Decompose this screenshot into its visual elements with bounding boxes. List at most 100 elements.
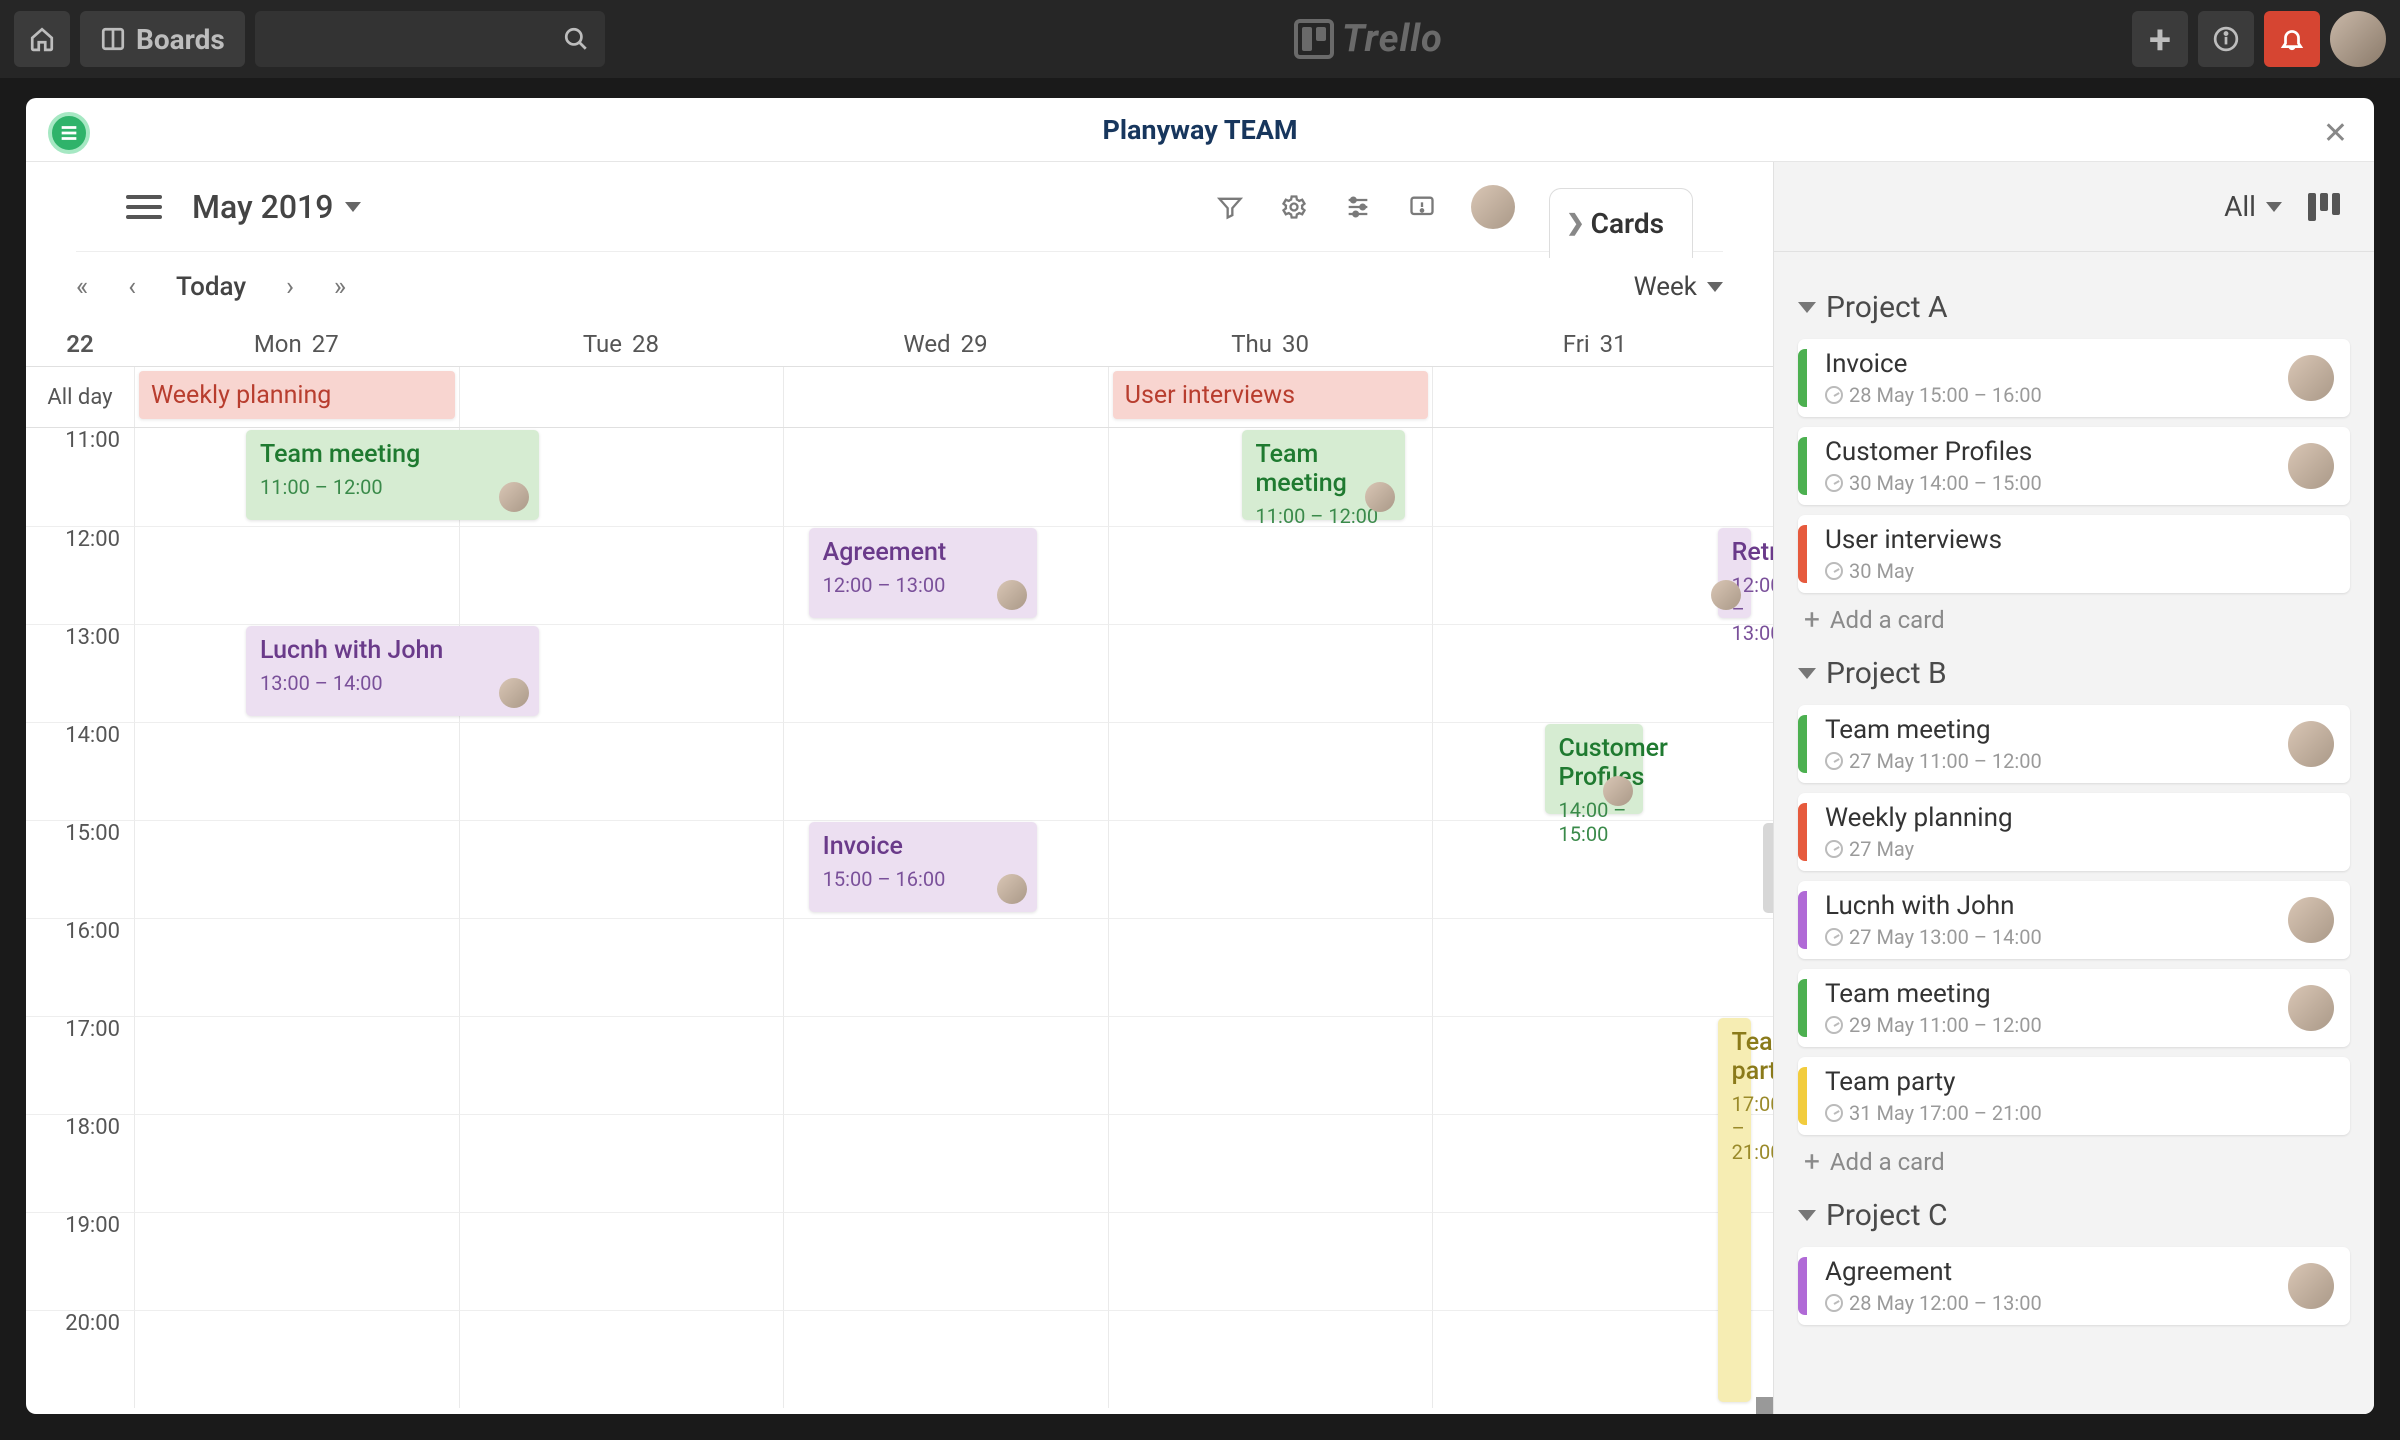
time-cell[interactable] [459,820,784,918]
time-cell[interactable] [459,1114,784,1212]
time-cell[interactable] [1432,1310,1757,1408]
time-cell[interactable] [783,1114,1108,1212]
time-cell[interactable] [783,1212,1108,1310]
project-header[interactable]: Project A [1798,290,2350,325]
add-button[interactable]: + [2132,11,2188,67]
settings-button[interactable] [1279,192,1309,222]
sliders-button[interactable] [1343,192,1373,222]
sidebar-card[interactable]: Invoice 28 May 15:00 – 16:00 [1798,339,2350,417]
sidebar-card[interactable]: User interviews 30 May [1798,515,2350,593]
calendar-event[interactable]: Agreement 12:00 – 13:00 [809,528,1037,618]
info-button[interactable] [2198,11,2254,67]
menu-button[interactable] [126,195,162,219]
all-day-cell[interactable]: Weekly planning [134,367,459,427]
time-cell[interactable] [134,1310,459,1408]
time-cell[interactable] [1108,1016,1433,1114]
time-cell[interactable] [783,918,1108,1016]
time-cell[interactable] [134,1212,459,1310]
calendar-event[interactable]: Team meeting 11:00 – 12:00 [246,430,539,520]
nav-prev-fast[interactable]: « [76,272,88,302]
resize-corner-icon[interactable] [1756,1397,1773,1414]
time-cell[interactable] [1432,1114,1757,1212]
time-cell[interactable] [134,918,459,1016]
time-cell[interactable] [459,918,784,1016]
cards-tab[interactable]: ❯ Cards [1549,188,1693,258]
calendar-event[interactable]: Team party 17:00 – 21:00 [1718,1018,1751,1402]
time-cell[interactable] [1432,526,1757,624]
user-avatar[interactable] [2330,11,2386,67]
time-cell[interactable] [459,526,784,624]
day-header: Fri31 [1432,330,1757,358]
time-cell[interactable] [783,1310,1108,1408]
all-day-event[interactable]: Weekly planning [139,371,455,419]
time-cell[interactable] [1108,918,1433,1016]
home-button[interactable] [14,11,70,67]
time-cell[interactable] [134,1114,459,1212]
time-cell[interactable] [459,1212,784,1310]
time-cell[interactable] [1108,722,1433,820]
calendar-event[interactable]: Lucnh with John 13:00 – 14:00 [246,626,539,716]
sidebar-scroll[interactable]: Project A Invoice 28 May 15:00 – 16:00 C… [1774,252,2374,1414]
sidebar-card[interactable]: Customer Profiles 30 May 14:00 – 15:00 [1798,427,2350,505]
time-cell[interactable] [783,1016,1108,1114]
time-cell[interactable] [1108,820,1433,918]
calendar-event[interactable]: Retrospective 12:00 – 13:00 [1718,528,1751,618]
sidebar-card[interactable]: Team meeting 29 May 11:00 – 12:00 [1798,969,2350,1047]
nav-next-fast[interactable]: » [334,272,346,302]
time-cell[interactable] [1432,918,1757,1016]
calendar-event[interactable]: Customer Profiles 14:00 – 15:00 [1545,724,1643,814]
time-cell[interactable] [1108,1310,1433,1408]
time-cell[interactable] [1432,428,1757,526]
sidebar-card[interactable]: Team meeting 27 May 11:00 – 12:00 [1798,705,2350,783]
time-cell[interactable] [459,1310,784,1408]
time-cell[interactable] [1108,624,1433,722]
time-cell[interactable] [1432,624,1757,722]
nav-prev[interactable]: ‹ [128,272,136,302]
sidebar-card[interactable]: Lucnh with John 27 May 13:00 – 14:00 [1798,881,2350,959]
time-cell[interactable] [783,624,1108,722]
close-button[interactable]: ✕ [2323,116,2348,151]
add-card-button[interactable]: +Add a card [1804,1145,2350,1178]
time-cell[interactable] [459,1016,784,1114]
project-header[interactable]: Project C [1798,1198,2350,1233]
time-cell[interactable] [1432,1016,1757,1114]
project-header[interactable]: Project B [1798,656,2350,691]
toolbar-avatar[interactable] [1471,185,1515,229]
time-cell[interactable] [1108,1212,1433,1310]
calendar-event[interactable]: Invoice 15:00 – 16:00 [809,822,1037,912]
comment-button[interactable] [1407,192,1437,222]
time-cell[interactable] [134,526,459,624]
time-cell[interactable] [783,428,1108,526]
time-cell[interactable] [134,820,459,918]
all-day-cell[interactable] [783,367,1108,427]
all-day-cell[interactable]: User interviews [1108,367,1433,427]
sidebar-card[interactable]: Agreement 28 May 12:00 – 13:00 [1798,1247,2350,1325]
time-cell[interactable] [1108,526,1433,624]
resize-handle[interactable] [1763,823,1773,913]
time-cell[interactable] [459,722,784,820]
time-cell[interactable] [1108,1114,1433,1212]
trello-top-bar: Boards Trello + [0,0,2400,78]
all-day-cell[interactable] [459,367,784,427]
calendar-event[interactable]: Team meeting 11:00 – 12:00 [1242,430,1405,520]
boards-button[interactable]: Boards [80,11,245,67]
notifications-button[interactable] [2264,11,2320,67]
filter-button[interactable] [1215,192,1245,222]
search-box[interactable] [255,11,605,67]
view-picker[interactable]: Week [1634,272,1723,302]
time-cell[interactable] [134,1016,459,1114]
all-day-cell[interactable] [1432,367,1757,427]
today-button[interactable]: Today [176,272,246,302]
time-cell[interactable] [1432,1212,1757,1310]
filter-all[interactable]: All [2224,190,2282,223]
add-card-button[interactable]: +Add a card [1804,603,2350,636]
board-view-button[interactable] [2308,193,2340,221]
time-cell[interactable] [783,722,1108,820]
sidebar-card[interactable]: Team party 31 May 17:00 – 21:00 [1798,1057,2350,1135]
all-day-event[interactable]: User interviews [1113,371,1429,419]
nav-next[interactable]: › [286,272,294,302]
month-picker[interactable]: May 2019 [192,188,361,226]
time-cell[interactable] [134,722,459,820]
sidebar-card[interactable]: Weekly planning 27 May [1798,793,2350,871]
event-title: Lucnh with John [260,636,525,665]
